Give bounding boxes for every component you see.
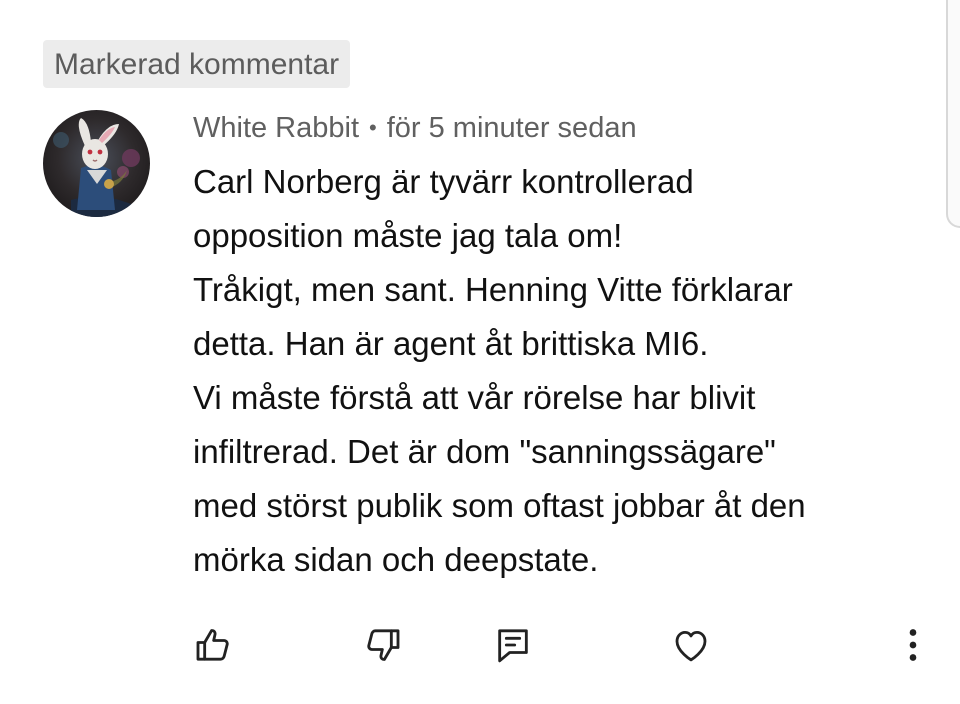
meta-separator: • <box>369 115 377 140</box>
thumbs-down-icon <box>367 629 400 661</box>
comment-line: mörka sidan och deepstate. <box>193 541 599 578</box>
like-button[interactable] <box>190 622 236 668</box>
more-vertical-icon <box>909 629 917 661</box>
thumbs-up-icon <box>196 629 229 661</box>
comment-line: opposition måste jag tala om! <box>193 217 623 254</box>
comment-line: Vi måste förstå att vår rörelse har bliv… <box>193 379 756 416</box>
comment-text: Carl Norberg är tyvärr kontrollerad oppo… <box>193 155 933 587</box>
comment-line: med störst publik som oftast jobbar åt d… <box>193 487 806 524</box>
avatar[interactable] <box>43 110 150 217</box>
comment-meta: White Rabbit • för 5 minuter sedan <box>193 108 637 148</box>
comment-line: Tråkigt, men sant. Henning Vitte förklar… <box>193 271 793 308</box>
heart-button[interactable] <box>668 622 714 668</box>
comment-author[interactable]: White Rabbit <box>193 112 359 144</box>
comment-timestamp[interactable]: för 5 minuter sedan <box>387 112 637 144</box>
heart-icon <box>675 631 707 662</box>
more-options-button[interactable] <box>890 622 936 668</box>
scrollbar-edge[interactable] <box>946 0 960 228</box>
comment-line: detta. Han är agent åt brittiska MI6. <box>193 325 709 362</box>
comment-line: Carl Norberg är tyvärr kontrollerad <box>193 163 694 200</box>
comment-icon <box>498 629 528 663</box>
reply-button[interactable] <box>490 622 536 668</box>
highlighted-comment-badge: Markerad kommentar <box>43 40 351 88</box>
comment-line: infiltrerad. Det är dom "sanningssägare" <box>193 433 776 470</box>
dislike-button[interactable] <box>360 622 406 668</box>
